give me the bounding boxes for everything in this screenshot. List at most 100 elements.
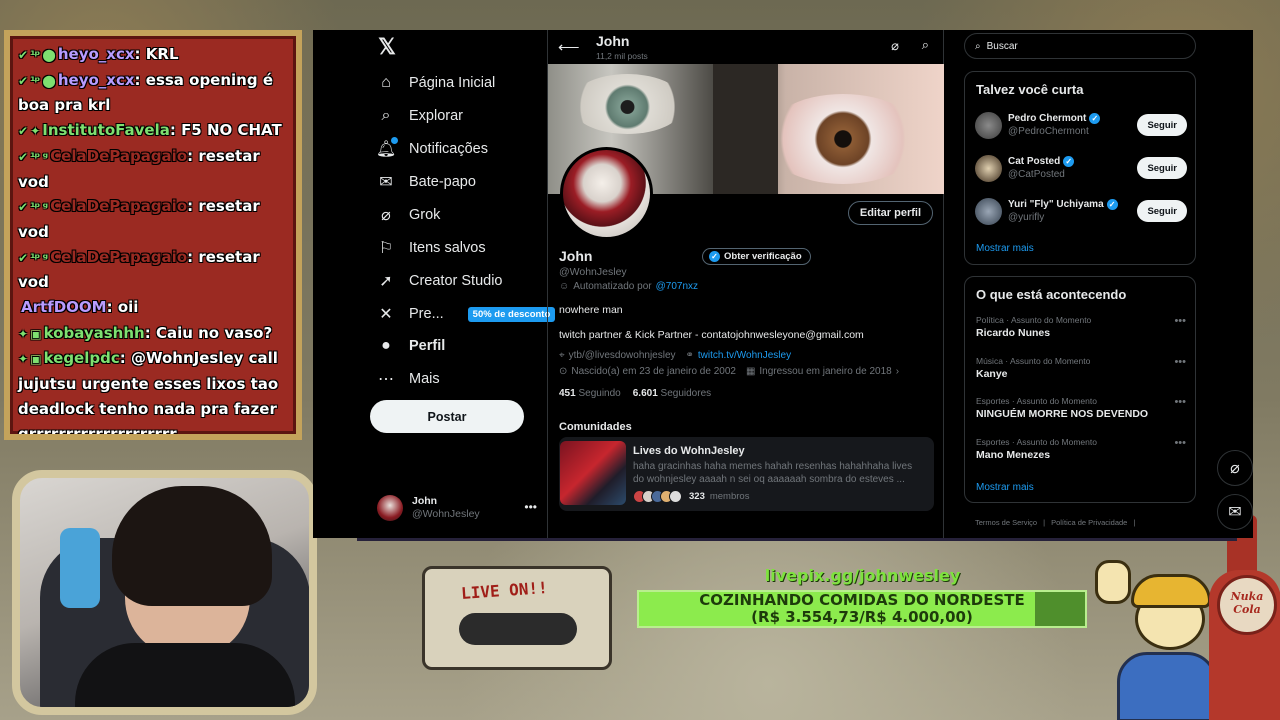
joined-item[interactable]: ▦ Ingressou em janeiro de 2018 › [746, 366, 899, 377]
following-stat[interactable]: 451 Seguindo [559, 388, 621, 399]
following-count: 451 [559, 388, 576, 399]
verified-badge-icon: ✓ [709, 251, 720, 262]
follow-button[interactable]: Seguir [1137, 114, 1187, 136]
nav-item-notifications[interactable]: 🔔︎ Notificações [376, 136, 488, 162]
nav-item-label: Creator Studio [409, 273, 503, 289]
calendar-icon: ▦ [745, 366, 756, 377]
chat-username[interactable]: InstitutoFavela [42, 121, 170, 139]
chat-username[interactable]: ArtfDOOM [21, 298, 107, 316]
chat-username[interactable]: CelaDePapagaio [50, 248, 187, 266]
account-name: John [412, 495, 438, 507]
chat-message: ✔ ¹ᵖ ᵍ CelaDePapagaio: resetar vod [18, 194, 288, 244]
trend-item[interactable]: Música · Assunto do Momento Kanye ••• [976, 356, 1186, 380]
chat-message: ✔ ¹ᵖ ⬤ heyo_xcx: essa opening é boa pra k… [18, 68, 288, 118]
nav-item-label: Mais [409, 371, 440, 387]
location-icon: ⌖ [559, 350, 565, 361]
footer-link[interactable]: Termos de Serviço [975, 518, 1037, 527]
chat-username[interactable]: heyo_xcx [58, 45, 135, 63]
trend-item[interactable]: Esportes · Assunto do Momento Mano Meneze… [976, 437, 1186, 461]
chat-separator: : [134, 70, 146, 89]
follow-button[interactable]: Seguir [1137, 200, 1187, 222]
communities-title: Comunidades [559, 421, 632, 433]
bookmark-icon: ⚐ [378, 240, 394, 257]
profile-avatar[interactable] [560, 147, 653, 240]
chat-message-text: F5 NO CHAT [181, 121, 282, 140]
chat-username[interactable]: kegelpdc [44, 349, 120, 367]
chat-message: ✔ ¹ᵖ ᵍ CelaDePapagaio: resetar vod [18, 245, 288, 295]
community-card[interactable]: Lives do WohnJesley haha gracinhas haha … [559, 437, 934, 511]
trend-item[interactable]: Política · Assunto do Momento Ricardo Nun… [976, 315, 1186, 339]
chat-username[interactable]: CelaDePapagaio [50, 147, 187, 165]
chat-username[interactable]: heyo_xcx [58, 71, 135, 89]
footer-links: Termos de Serviço | Política de Privacidad… [975, 518, 1141, 527]
grok-icon[interactable]: ⌀ [891, 38, 899, 54]
banner-eye-right [763, 94, 923, 184]
nav-item-label: Página Inicial [409, 75, 496, 91]
more-options-icon[interactable]: ••• [1174, 396, 1186, 408]
search-icon[interactable]: ⌕ [922, 37, 929, 53]
birthdate-text: Nascido(a) em 23 de janeiro de 2002 [571, 366, 736, 377]
member-avatars [633, 490, 682, 503]
nav-item-premium[interactable]: ✕ Pre... 50% de desconto [377, 301, 556, 327]
more-options-icon[interactable]: ••• [1174, 315, 1186, 327]
right-sidebar: ⌕ Buscar Talvez você curta Pedro Chermon… [964, 30, 1247, 538]
nav-item-profile[interactable]: ● Perfil [377, 333, 445, 359]
automated-by-link[interactable]: @707nxz [656, 281, 698, 292]
goal-amount: (R$ 3.554,73/R$ 4.000,00) [751, 608, 973, 626]
account-switcher[interactable]: John @WohnJesley ••• [377, 492, 537, 524]
trends-title: O que está acontecendo [976, 287, 1127, 302]
automated-label: ☺ Automatizado por @707nxz [559, 281, 698, 292]
suggestion-handle: @CatPosted [1008, 169, 1065, 180]
trends-show-more-link[interactable]: Mostrar mais [976, 482, 1034, 493]
nav-item-explore[interactable]: ⌕ Explorar [377, 103, 463, 129]
grok-icon: ⌀ [381, 207, 391, 224]
chat-badge-icons: ✦ ▣ [18, 326, 42, 341]
nav-item-messages[interactable]: ✉ Bate-papo [377, 169, 476, 195]
edit-profile-button[interactable]: Editar perfil [847, 201, 933, 225]
chat-badge-icons: ✔ ¹ᵖ ⬤ [18, 73, 56, 88]
more-options-icon[interactable]: ••• [524, 500, 537, 514]
chat-badge-icons: ✔ ✦ [18, 124, 40, 139]
nav-item-creator-studio[interactable]: ➚ Creator Studio [377, 268, 503, 294]
messages-floating-icon[interactable]: ✉ [1217, 494, 1253, 530]
chat-message: ✔ ✦ InstitutoFavela: F5 NO CHAT [18, 118, 288, 144]
nav-item-more[interactable]: ⋯ Mais [377, 366, 440, 392]
search-input[interactable]: ⌕ Buscar [964, 33, 1196, 59]
suggestion-row[interactable]: Pedro Chermont ✓ @PedroChermont Seguir [975, 110, 1187, 140]
nav-item-bookmarks[interactable]: ⚐ Itens salvos [377, 235, 486, 261]
chat-message-text: essa opening é boa pra krl [18, 70, 273, 115]
get-verified-button[interactable]: ✓ Obter verificação [702, 248, 811, 265]
follow-button[interactable]: Seguir [1137, 157, 1187, 179]
nav-item-grok[interactable]: ⌀ Grok [377, 202, 440, 228]
chat-username[interactable]: kobayashhh [44, 324, 145, 342]
more-options-icon[interactable]: ••• [1174, 356, 1186, 368]
suggestion-handle: @yurifly [1008, 212, 1045, 223]
suggestion-row[interactable]: Cat Posted ✓ @CatPosted Seguir [975, 153, 1187, 183]
x-logo-icon[interactable]: 𝕏 [377, 36, 397, 58]
chat-separator: : [187, 247, 199, 266]
suggestion-row[interactable]: Yuri "Fly" Uchiyama ✓ @yurifly Seguir [975, 196, 1187, 226]
chat-username[interactable]: CelaDePapagaio [50, 197, 187, 215]
nav-item-label: Notificações [409, 141, 488, 157]
link-icon: ⚭ [685, 350, 694, 361]
show-more-link[interactable]: Mostrar mais [976, 243, 1034, 254]
search-icon: ⌕ [381, 107, 391, 124]
trend-item[interactable]: Esportes · Assunto do Momento NINGUÉM MOR… [976, 396, 1186, 420]
search-icon: ⌕ [975, 40, 981, 52]
grok-floating-icon[interactable]: ⌀ [1217, 450, 1253, 486]
chat-separator: : [169, 121, 182, 140]
verified-badge-icon: ✓ [1089, 113, 1101, 124]
trend-category: Esportes · Assunto do Momento [976, 396, 1097, 406]
balloon-icon: ⊙ [559, 366, 568, 377]
person-icon: ● [381, 337, 391, 354]
donation-goal-text: COZINHANDO COMIDAS DO NORDESTE (R$ 3.554… [639, 592, 1085, 626]
more-options-icon[interactable]: ••• [1174, 437, 1186, 449]
nav-item-home[interactable]: ⌂ Página Inicial [377, 70, 495, 96]
trends-panel: O que está acontecendo Política · Assunt… [964, 276, 1196, 503]
bottle-label: Nuka Cola [1217, 575, 1277, 635]
post-button[interactable]: Postar [370, 400, 524, 433]
followers-stat[interactable]: 6.601 Seguidores [633, 388, 711, 399]
back-arrow-icon[interactable]: ⟵ [558, 38, 580, 56]
website-link[interactable]: twitch.tv/WohnJesley [698, 350, 791, 361]
footer-link[interactable]: Política de Privacidade [1051, 518, 1127, 527]
